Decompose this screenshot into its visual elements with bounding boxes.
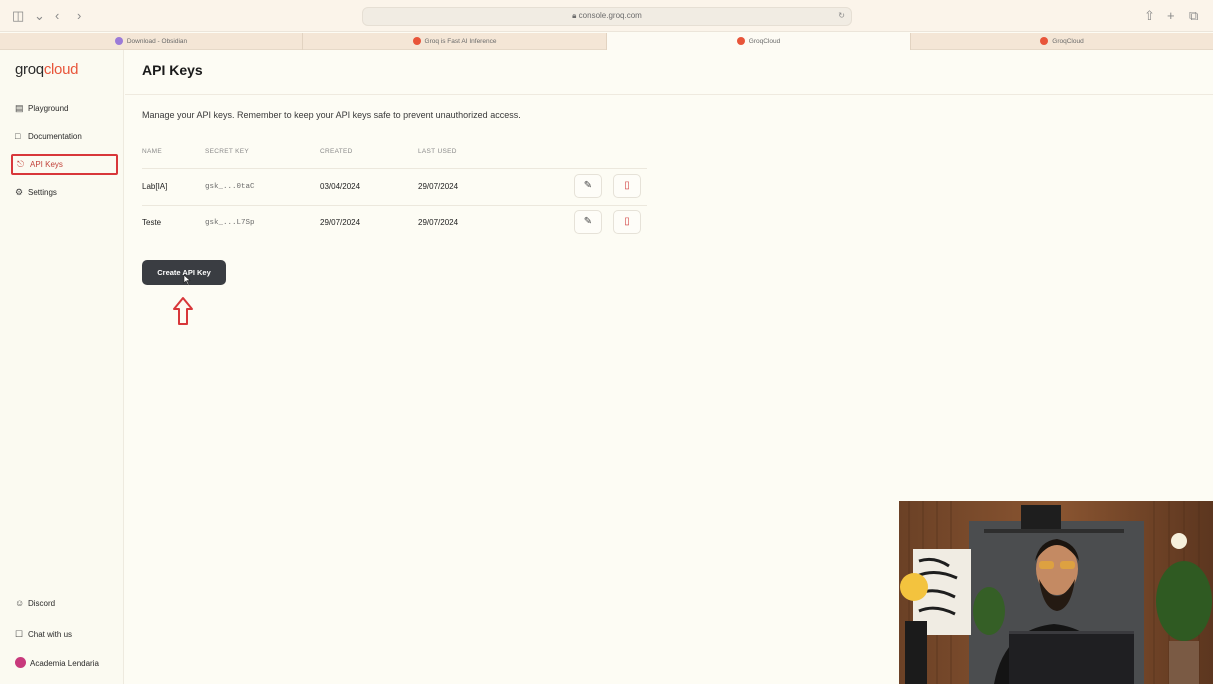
divider (125, 94, 1213, 95)
sidebar-item-discord[interactable]: ☺ Discord (11, 593, 118, 614)
discord-icon: ☺ (15, 598, 25, 608)
groq-icon (412, 37, 421, 46)
row-1-name: Lab[IA] (142, 182, 168, 191)
lock-icon: 🔒︎ (572, 11, 577, 20)
sidebar-item-api-keys[interactable]: ⎋ API Keys (11, 154, 118, 175)
tab-overview-icon[interactable]: ⧉ (1189, 8, 1198, 24)
back-icon[interactable]: ‹ (55, 8, 59, 24)
url-text: console.groq.com (578, 11, 642, 20)
sidebar-item-chat[interactable]: ☐ Chat with us (11, 624, 118, 645)
sidebar-item-documentation[interactable]: □ Documentation (11, 126, 118, 147)
webcam-overlay (899, 501, 1213, 684)
table-divider (142, 168, 647, 169)
tab-groqcloud-active[interactable]: GroqCloud (607, 33, 911, 50)
obsidian-icon (114, 37, 123, 46)
table-header-name: NAME (142, 148, 162, 155)
sidebar-item-settings[interactable]: ⚙ Settings (11, 182, 118, 203)
avatar (15, 657, 26, 669)
table-header-created: CREATED (320, 148, 353, 155)
sidebar-toggle-icon[interactable]: ◫ (12, 8, 24, 24)
user-account[interactable]: Academia Lendaria (11, 653, 118, 674)
chevron-down-icon[interactable]: ⌄ (34, 8, 45, 24)
row-1-last-used: 29/07/2024 (418, 182, 459, 191)
sidebar-item-playground[interactable]: ▤ Playground (11, 98, 118, 119)
share-icon[interactable]: ⇧ (1144, 8, 1155, 24)
address-bar[interactable]: 🔒︎ console.groq.com ↻ (362, 7, 852, 26)
row-2-last-used: 29/07/2024 (418, 218, 459, 227)
row-1-edit-button[interactable]: ✎ (574, 174, 602, 198)
pencil-icon: ✎ (583, 180, 593, 191)
row-1-created: 03/04/2024 (320, 182, 361, 191)
table-divider (142, 205, 647, 206)
sidebar: groqcloud ▤ Playground □ Documentation ⎋ AP… (0, 50, 124, 684)
book-icon: □ (15, 131, 21, 141)
reload-icon[interactable]: ↻ (838, 11, 845, 20)
table-header-last-used: LAST USED (418, 148, 457, 155)
gear-icon: ⚙ (15, 187, 24, 197)
table-header-secret-key: SECRET KEY (205, 148, 250, 155)
row-2-edit-button[interactable]: ✎ (574, 210, 602, 234)
playground-icon: ▤ (15, 103, 24, 113)
tab-groqcloud[interactable]: GroqCloud (911, 33, 1213, 50)
new-tab-icon[interactable]: + (1167, 8, 1175, 24)
trash-icon: ▯ (624, 216, 630, 227)
chat-icon: ☐ (15, 629, 24, 639)
presenter-video-image (899, 501, 1213, 684)
row-2-secret-key: gsk_...L7Sp (205, 219, 255, 227)
lock-icon: ⎋ (17, 159, 25, 169)
pencil-icon: ✎ (583, 216, 593, 227)
tab-groq[interactable]: Groq is Fast AI Inference (303, 33, 607, 50)
row-1-delete-button[interactable]: ▯ (613, 174, 641, 198)
groq-icon (1040, 37, 1049, 46)
browser-toolbar: ◫ ⌄ ‹ › 🔒︎ console.groq.com ↻ ⇧ + ⧉ (0, 0, 1213, 32)
row-2-delete-button[interactable]: ▯ (613, 210, 641, 234)
tab-bar: Download - Obsidian Groq is Fast AI Infe… (0, 33, 1213, 50)
row-1-secret-key: gsk_...0taC (205, 183, 255, 191)
page-description: Manage your API keys. Remember to keep y… (142, 110, 521, 120)
forward-icon[interactable]: › (77, 8, 81, 24)
row-2-name: Teste (142, 218, 162, 227)
up-arrow-annotation-icon (173, 297, 193, 325)
groqcloud-logo[interactable]: groqcloud (15, 61, 79, 78)
page-title: API Keys (142, 62, 203, 78)
row-2-created: 29/07/2024 (320, 218, 361, 227)
tab-obsidian[interactable]: Download - Obsidian (0, 33, 303, 50)
groq-icon (736, 37, 745, 46)
cursor-icon (183, 275, 191, 285)
trash-icon: ▯ (624, 180, 630, 191)
